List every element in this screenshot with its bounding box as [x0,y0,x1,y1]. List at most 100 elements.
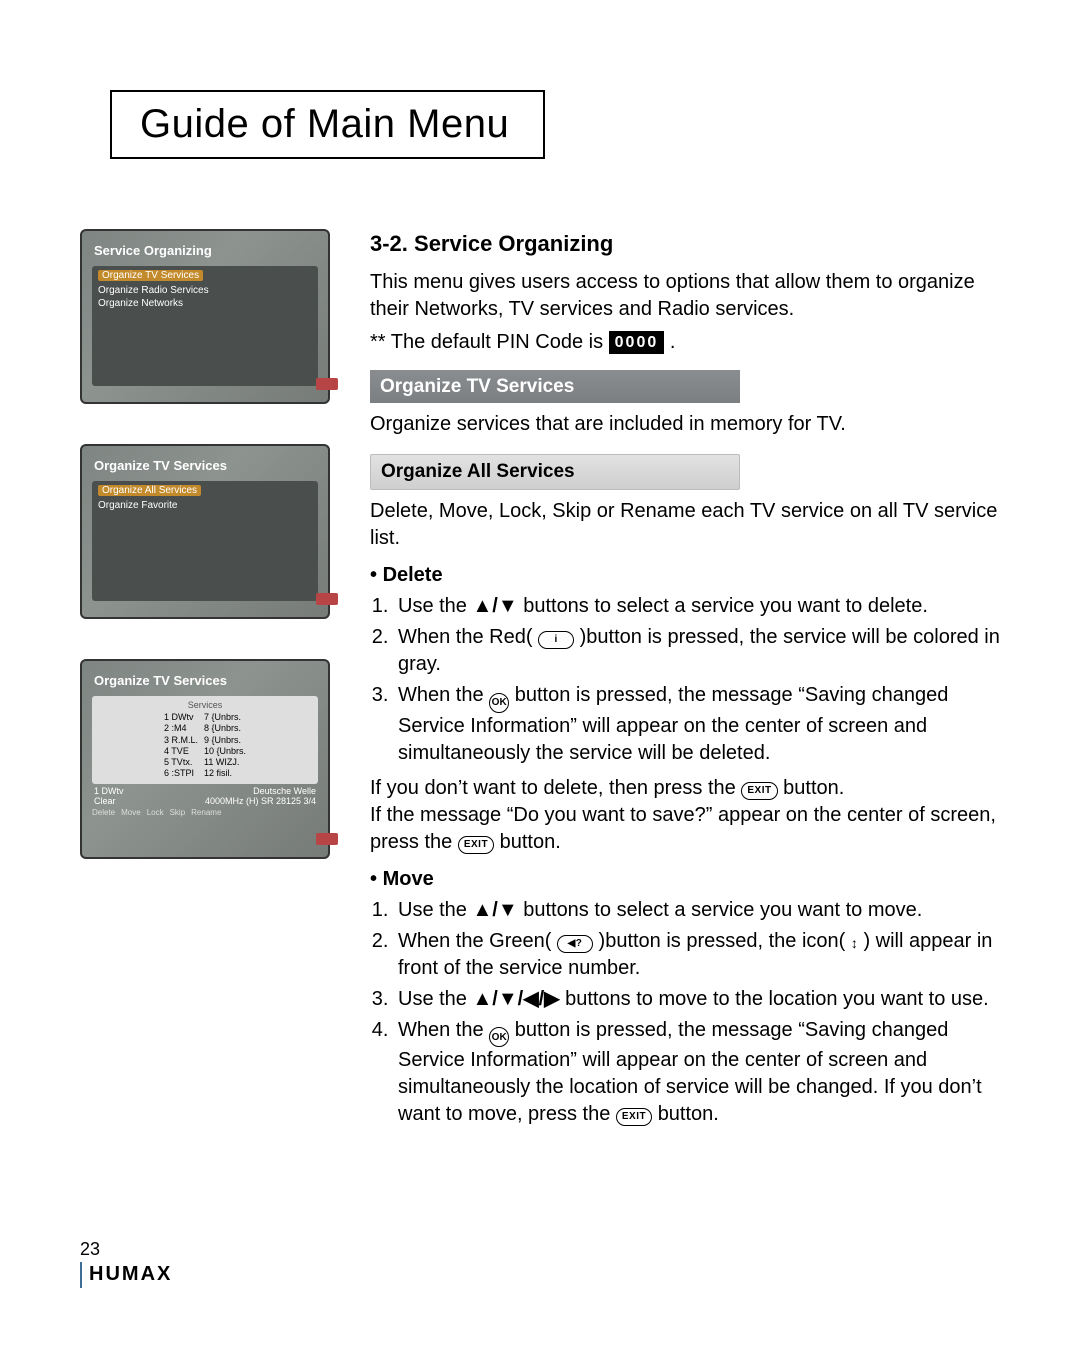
text: If you don’t want to delete, then press … [370,777,741,799]
screenshot3-left-col: 1 DWtv 2 :M4 3 R.M.L. 4 TVE 5 TVtx. 6 :S… [164,712,198,780]
text: When the Green( [398,930,557,952]
btn-rename: Rename [191,808,221,817]
screenshot3-right-col: 7 {Unbrs. 8 {Unbrs. 9 {Unbrs. 10 {Unbrs.… [204,712,246,780]
list-item: 2 :M4 [164,723,198,734]
delete-steps: Use the ▲/▼ buttons to select a service … [370,593,1000,767]
pin-prefix: ** The default PIN Code is [370,331,609,353]
heading-organize-all-services: Organize All Services [370,454,740,490]
screenshots-column: Service Organizing Organize TV Services … [80,229,330,1132]
text: When the [398,1019,489,1041]
text: )button is pressed, the icon( [599,930,851,952]
screenshot3-subtitle: Services [96,700,314,710]
move-step-1: Use the ▲/▼ buttons to select a service … [394,897,1000,924]
text: Use the [398,988,472,1010]
intro-paragraph: This menu gives users access to options … [370,269,1000,323]
delete-after-2: If the message “Do you want to save?” ap… [370,802,1000,856]
up-down-arrows-icon: ▲/▼ [472,899,517,921]
screenshot3-buttons: Delete Move Lock Skip Rename [82,806,328,817]
screenshot-badge [316,378,338,390]
text: buttons to select a service you want to … [523,899,922,921]
screenshot-organize-tv-services-menu: Organize TV Services Organize All Servic… [80,444,330,619]
footer-rule [80,1262,82,1288]
btn-lock: Lock [147,808,164,817]
move-indicator-icon: ↕ [851,936,858,950]
screenshot-service-organizing: Service Organizing Organize TV Services … [80,229,330,404]
delete-heading: Delete [370,562,1000,589]
status-left: 1 DWtv Clear [94,786,124,806]
list-item: 6 :STPI [164,768,198,779]
exit-button-icon: EXIT [458,836,494,854]
screenshot1-item: Organize Networks [98,297,312,310]
list-item: 8 {Unbrs. [204,723,246,734]
screenshot2-body: Organize All Services Organize Favorite [92,481,318,601]
status-right: Deutsche Welle 4000MHz (H) SR 28125 3/4 [205,786,316,806]
screenshot1-title: Service Organizing [82,241,328,262]
screenshot3-body: Services 1 DWtv 2 :M4 3 R.M.L. 4 TVE 5 T… [92,696,318,784]
text: button. [658,1103,719,1125]
text: When the Red( [398,626,538,648]
page-number: 23 [80,1239,172,1260]
btn-move: Move [121,808,141,817]
pin-paragraph: ** The default PIN Code is 0000 . [370,329,1000,356]
text: buttons to select a service you want to … [523,595,928,617]
text: When the [398,684,489,706]
delete-step-2: When the Red( i )button is pressed, the … [394,624,1000,678]
text: buttons to move to the location you want… [565,988,989,1010]
list-item: 10 {Unbrs. [204,746,246,757]
screenshot2-title: Organize TV Services [82,456,328,477]
ok-button-icon: OK [489,1027,509,1047]
delete-after-1: If you don’t want to delete, then press … [370,775,1000,802]
list-item: 5 TVtx. [164,757,198,768]
screenshot1-body: Organize TV Services Organize Radio Serv… [92,266,318,386]
exit-button-icon: EXIT [616,1108,652,1126]
btn-skip: Skip [170,808,186,817]
screenshot2-item: Organize Favorite [98,499,312,512]
organize-all-text: Delete, Move, Lock, Skip or Rename each … [370,498,1000,552]
section-heading: 3-2. Service Organizing [370,229,1000,259]
text: Use the [398,595,472,617]
up-down-arrows-icon: ▲/▼ [472,595,517,617]
delete-step-1: Use the ▲/▼ buttons to select a service … [394,593,1000,620]
list-item: 1 DWtv [164,712,198,723]
screenshot2-item-selected: Organize All Services [98,485,201,496]
list-item: 4 TVE [164,746,198,757]
four-way-arrows-icon: ▲/▼/◀/▶ [472,988,559,1010]
screenshot3-status: 1 DWtv Clear Deutsche Welle 4000MHz (H) … [82,784,328,806]
screenshot3-columns: 1 DWtv 2 :M4 3 R.M.L. 4 TVE 5 TVtx. 6 :S… [96,712,314,780]
btn-delete: Delete [92,808,115,817]
screenshot3-title: Organize TV Services [82,671,328,692]
brand-logo: HUMAX [89,1263,172,1285]
list-item: 11 WIZJ. [204,757,246,768]
title-bar: Guide of Main Menu [80,90,1000,159]
brand-row: HUMAX [80,1262,172,1288]
screenshot1-item-selected: Organize TV Services [98,270,203,281]
organize-tv-text: Organize services that are included in m… [370,411,1000,438]
screenshot1-item: Organize Radio Services [98,284,312,297]
pin-code-badge: 0000 [609,331,665,355]
move-steps: Use the ▲/▼ buttons to select a service … [370,897,1000,1129]
page-title: Guide of Main Menu [110,90,537,159]
page-footer: 23 HUMAX [80,1239,172,1288]
title-side-rule [537,90,545,159]
list-item: 7 {Unbrs. [204,712,246,723]
info-button-icon: i [538,631,574,649]
exit-button-icon: EXIT [741,782,777,800]
screenshot-badge [316,593,338,605]
list-item: 9 {Unbrs. [204,735,246,746]
heading-organize-tv-services: Organize TV Services [370,370,740,404]
move-step-2: When the Green( ◀? )button is pressed, t… [394,928,1000,982]
text: button. [500,831,561,853]
text-column: 3-2. Service Organizing This menu gives … [370,229,1000,1132]
text: Use the [398,899,472,921]
move-step-4: When the OK button is pressed, the messa… [394,1017,1000,1129]
list-item: 12 fisil. [204,768,246,779]
pin-suffix: . [670,331,676,353]
move-step-3: Use the ▲/▼/◀/▶ buttons to move to the l… [394,986,1000,1013]
green-button-icon: ◀? [557,935,593,953]
content-columns: Service Organizing Organize TV Services … [80,229,1000,1132]
list-item: 3 R.M.L. [164,735,198,746]
text: button. [783,777,844,799]
ok-button-icon: OK [489,693,509,713]
move-heading: Move [370,866,1000,893]
delete-step-3: When the OK button is pressed, the messa… [394,682,1000,767]
